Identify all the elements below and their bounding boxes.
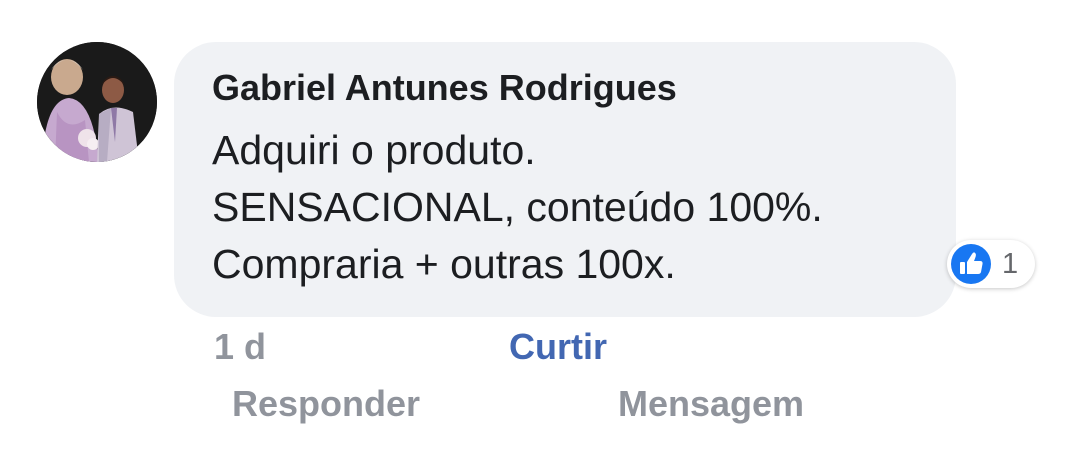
message-button[interactable]: Mensagem	[618, 383, 804, 425]
comment-body: Adquiri o produto. SENSACIONAL, conteúdo…	[212, 122, 823, 293]
comment-text-line: SENSACIONAL, conteúdo 100%.	[212, 184, 823, 230]
comment-text-line: Compraria + outras 100x.	[212, 241, 676, 287]
comment-bubble: Gabriel Antunes Rodrigues Adquiri o prod…	[174, 42, 956, 317]
like-button[interactable]: Curtir	[509, 326, 607, 368]
reaction-summary[interactable]: 1	[947, 240, 1035, 288]
avatar[interactable]	[37, 42, 157, 162]
avatar-photo	[37, 42, 157, 162]
comment-view: Gabriel Antunes Rodrigues Adquiri o prod…	[0, 0, 1080, 468]
comment-time[interactable]: 1 d	[214, 326, 266, 368]
like-icon	[951, 244, 991, 284]
comment-author[interactable]: Gabriel Antunes Rodrigues	[212, 67, 677, 109]
reaction-count: 1	[1002, 248, 1019, 280]
reply-button[interactable]: Responder	[232, 383, 420, 425]
comment-text-line: Adquiri o produto.	[212, 127, 536, 173]
